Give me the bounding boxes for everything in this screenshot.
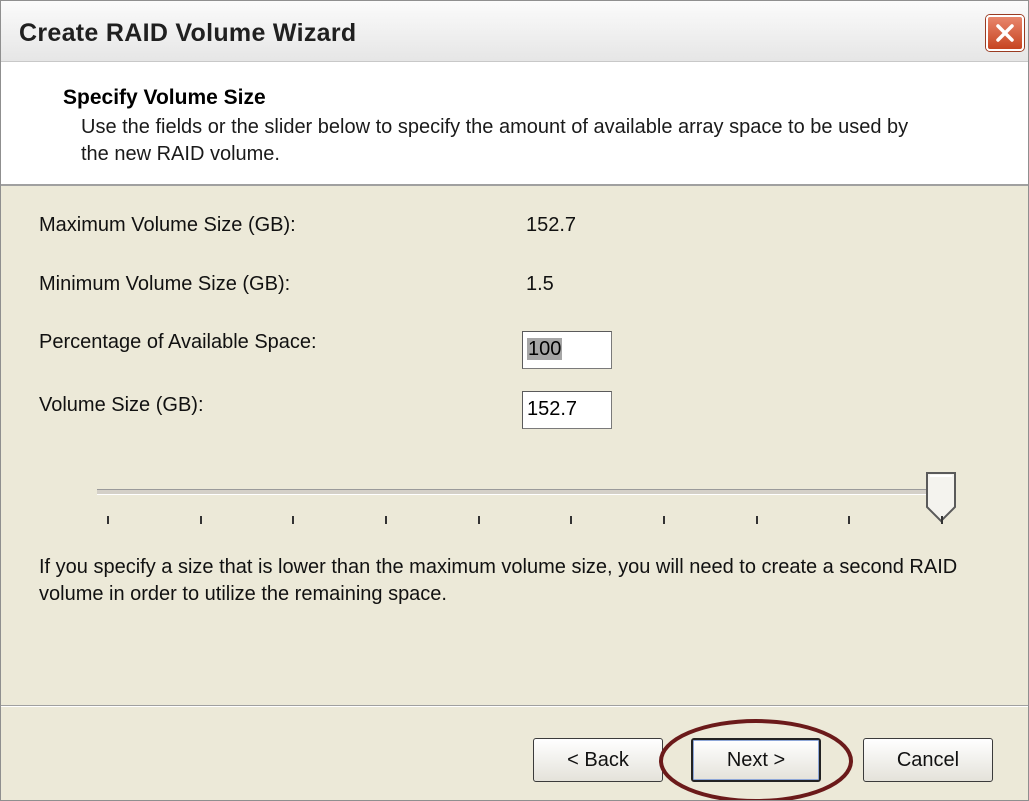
close-x-icon (996, 24, 1014, 42)
slider-tick (941, 516, 943, 524)
back-button[interactable]: < Back (533, 738, 663, 782)
cancel-button[interactable]: Cancel (863, 738, 993, 782)
raid-wizard-dialog: Create RAID Volume Wizard Specify Volume… (0, 0, 1029, 801)
page-description: Use the fields or the slider below to sp… (81, 116, 909, 165)
slider-tick (848, 516, 850, 524)
next-button[interactable]: Next > (691, 738, 821, 782)
close-button[interactable] (986, 15, 1024, 51)
page-title: Specify Volume Size (63, 86, 266, 109)
slider-tick (570, 516, 572, 524)
slider-tick (756, 516, 758, 524)
min-volume-size-label: Minimum Volume Size (GB): (39, 273, 291, 295)
slider-tick (292, 516, 294, 524)
slider-tick (200, 516, 202, 524)
title-bar: Create RAID Volume Wizard (1, 1, 1028, 62)
window-title: Create RAID Volume Wizard (19, 19, 357, 47)
slider-tick (385, 516, 387, 524)
slider-tick (478, 516, 480, 524)
slider-tick (663, 516, 665, 524)
wizard-header: Specify Volume Size Use the fields or th… (1, 62, 1028, 186)
percentage-label: Percentage of Available Space: (39, 331, 317, 353)
min-volume-size-value: 1.5 (526, 273, 554, 295)
percentage-input-value: 100 (527, 338, 563, 360)
volume-size-input[interactable]: 152.7 (522, 391, 612, 429)
volume-size-label: Volume Size (GB): (39, 394, 204, 416)
max-volume-size-value: 152.7 (526, 214, 577, 236)
percentage-input[interactable]: 100 (522, 331, 612, 369)
button-separator (1, 705, 1028, 707)
volume-slider-track[interactable] (97, 489, 949, 495)
info-text: If you specify a size that is lower than… (39, 556, 958, 605)
max-volume-size-label: Maximum Volume Size (GB): (39, 214, 296, 236)
slider-tick (107, 516, 109, 524)
volume-size-input-value: 152.7 (527, 398, 578, 420)
